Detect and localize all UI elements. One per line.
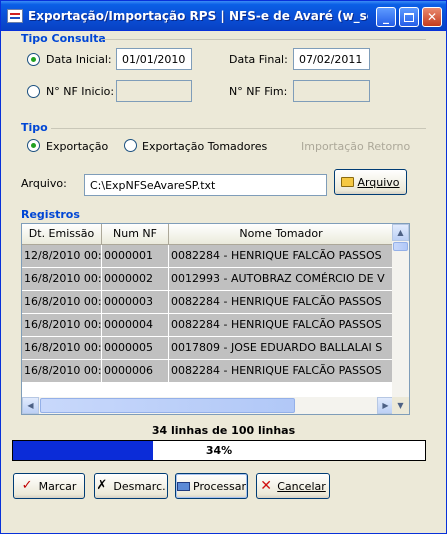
progress-text: 34% <box>205 444 233 457</box>
radio-data-inicial[interactable] <box>27 53 40 66</box>
desmarcar-button-label: Desmarc. <box>113 479 166 493</box>
cell-dt-emissao: 12/8/2010 00:00 <box>22 245 102 267</box>
data-final-field[interactable]: 07/02/2011 <box>293 48 370 70</box>
group-divider <box>51 128 426 129</box>
check-icon: ✓ <box>21 478 33 493</box>
table-row[interactable]: 16/8/2010 00:00 0000005 0017809 - JOSE E… <box>22 337 394 360</box>
minimize-icon: _ <box>383 10 389 24</box>
processar-button[interactable]: Processar <box>175 473 248 499</box>
arrow-down-icon: ▼ <box>397 401 404 410</box>
arrow-up-icon: ▲ <box>397 228 404 237</box>
lines-count-text: 34 linhas de 100 linhas <box>151 424 296 437</box>
table-row[interactable]: 16/8/2010 00:00 0000002 0012993 - AUTOBR… <box>22 268 394 291</box>
cell-nome-tomador: 0012993 - AUTOBRAZ COMÉRCIO DE V <box>169 268 394 290</box>
cell-num-nf: 0000001 <box>102 245 169 267</box>
arrow-right-icon: ▶ <box>382 401 389 410</box>
maximize-icon <box>404 12 414 22</box>
uncheck-icon: ✗ <box>96 478 108 493</box>
cell-num-nf: 0000002 <box>102 268 169 290</box>
close-button[interactable]: ✕ <box>422 7 442 27</box>
cell-num-nf: 0000005 <box>102 337 169 359</box>
vertical-scrollbar[interactable]: ▲ <box>392 224 409 398</box>
table-row[interactable]: 12/8/2010 00:00 0000001 0082284 - HENRIQ… <box>22 245 394 268</box>
table-row[interactable]: 16/8/2010 00:00 0000004 0082284 - HENRIQ… <box>22 314 394 337</box>
data-final-label: Data Final: <box>229 53 288 66</box>
arquivo-field[interactable]: C:\ExpNFSeAvareSP.txt <box>84 174 327 196</box>
grid-header: Dt. Emissão Num NF Nome Tomador <box>22 224 394 245</box>
grid-body: 12/8/2010 00:00 0000001 0082284 - HENRIQ… <box>22 245 394 383</box>
cell-nome-tomador: 0082284 - HENRIQUE FALCÃO PASSOS <box>169 314 394 336</box>
arquivo-button-label: Arquivo <box>357 175 400 189</box>
group-tipo-label: Tipo <box>21 121 48 134</box>
importacao-retorno-label[interactable]: Importação Retorno <box>301 140 410 153</box>
folder-icon <box>341 177 355 187</box>
arquivo-button[interactable]: Arquivo <box>334 169 407 195</box>
cell-nome-tomador: 0082284 - HENRIQUE FALCÃO PASSOS <box>169 245 394 267</box>
maximize-button[interactable] <box>399 7 419 27</box>
nf-fim-field[interactable] <box>293 80 370 102</box>
horizontal-scrollbar[interactable]: ◀ ▶ <box>22 397 394 414</box>
vertical-scroll-thumb[interactable] <box>393 242 408 251</box>
table-row[interactable]: 16/8/2010 00:00 0000006 0082284 - HENRIQ… <box>22 360 394 383</box>
cell-nome-tomador: 0017809 - JOSE EDUARDO BALLALAI S <box>169 337 394 359</box>
marcar-button-label: Marcar <box>38 479 77 493</box>
registros-label: Registros <box>21 208 80 221</box>
cell-nome-tomador: 0082284 - HENRIQUE FALCÃO PASSOS <box>169 291 394 313</box>
registros-grid[interactable]: Dt. Emissão Num NF Nome Tomador 12/8/201… <box>21 223 410 415</box>
cancelar-button-label: Cancelar <box>277 479 326 493</box>
nf-inicio-label: N° NF Inicio: <box>46 85 115 98</box>
cell-dt-emissao: 16/8/2010 00:00 <box>22 337 102 359</box>
horizontal-scroll-thumb[interactable] <box>40 398 295 413</box>
app-icon <box>7 9 23 23</box>
column-header-nome-tomador[interactable]: Nome Tomador <box>169 224 394 245</box>
arrow-left-icon: ◀ <box>27 401 34 410</box>
column-header-dt-emissao[interactable]: Dt. Emissão <box>22 224 102 245</box>
nf-fim-label: N° NF Fim: <box>229 85 288 98</box>
main-window: Exportação/Importação RPS | NFS-e de Ava… <box>0 0 447 534</box>
scroll-left-button[interactable]: ◀ <box>22 397 39 414</box>
processar-button-label: Processar <box>193 479 246 493</box>
scroll-down-button[interactable]: ▼ <box>392 397 409 414</box>
table-row[interactable]: 16/8/2010 00:00 0000003 0082284 - HENRIQ… <box>22 291 394 314</box>
data-inicial-label: Data Inicial: <box>46 53 112 66</box>
column-header-num-nf[interactable]: Num NF <box>102 224 169 245</box>
cell-dt-emissao: 16/8/2010 00:00 <box>22 360 102 382</box>
nf-inicio-field[interactable] <box>116 80 192 102</box>
cell-num-nf: 0000003 <box>102 291 169 313</box>
progress-bar: 34% <box>12 440 426 461</box>
process-icon <box>177 481 190 491</box>
radio-exportacao[interactable] <box>27 139 40 152</box>
title-bar[interactable]: Exportação/Importação RPS | NFS-e de Ava… <box>1 1 446 31</box>
exportacao-tomadores-label: Exportação Tomadores <box>142 140 268 153</box>
cell-nome-tomador: 0082284 - HENRIQUE FALCÃO PASSOS <box>169 360 394 382</box>
data-inicial-field[interactable]: 01/01/2010 <box>116 48 192 70</box>
desmarcar-button[interactable]: ✗ Desmarc. <box>94 473 168 499</box>
cell-dt-emissao: 16/8/2010 00:00 <box>22 291 102 313</box>
radio-nf-inicio[interactable] <box>27 85 40 98</box>
cell-dt-emissao: 16/8/2010 00:00 <box>22 314 102 336</box>
group-tipo-consulta-label: Tipo Consulta <box>21 32 106 45</box>
radio-exportacao-tomadores[interactable] <box>124 139 137 152</box>
marcar-button[interactable]: ✓ Marcar <box>13 473 85 499</box>
scroll-up-button[interactable]: ▲ <box>392 224 409 241</box>
cell-dt-emissao: 16/8/2010 00:00 <box>22 268 102 290</box>
exportacao-label: Exportação <box>46 140 109 153</box>
group-divider <box>101 39 426 40</box>
minimize-button[interactable]: _ <box>376 7 396 27</box>
cell-num-nf: 0000006 <box>102 360 169 382</box>
arquivo-label: Arquivo: <box>21 177 67 190</box>
cell-num-nf: 0000004 <box>102 314 169 336</box>
cancelar-button[interactable]: ✕ Cancelar <box>256 473 330 499</box>
cancel-icon: ✕ <box>260 478 272 494</box>
close-icon: ✕ <box>426 10 438 24</box>
window-title: Exportação/Importação RPS | NFS-e de Ava… <box>28 9 368 23</box>
